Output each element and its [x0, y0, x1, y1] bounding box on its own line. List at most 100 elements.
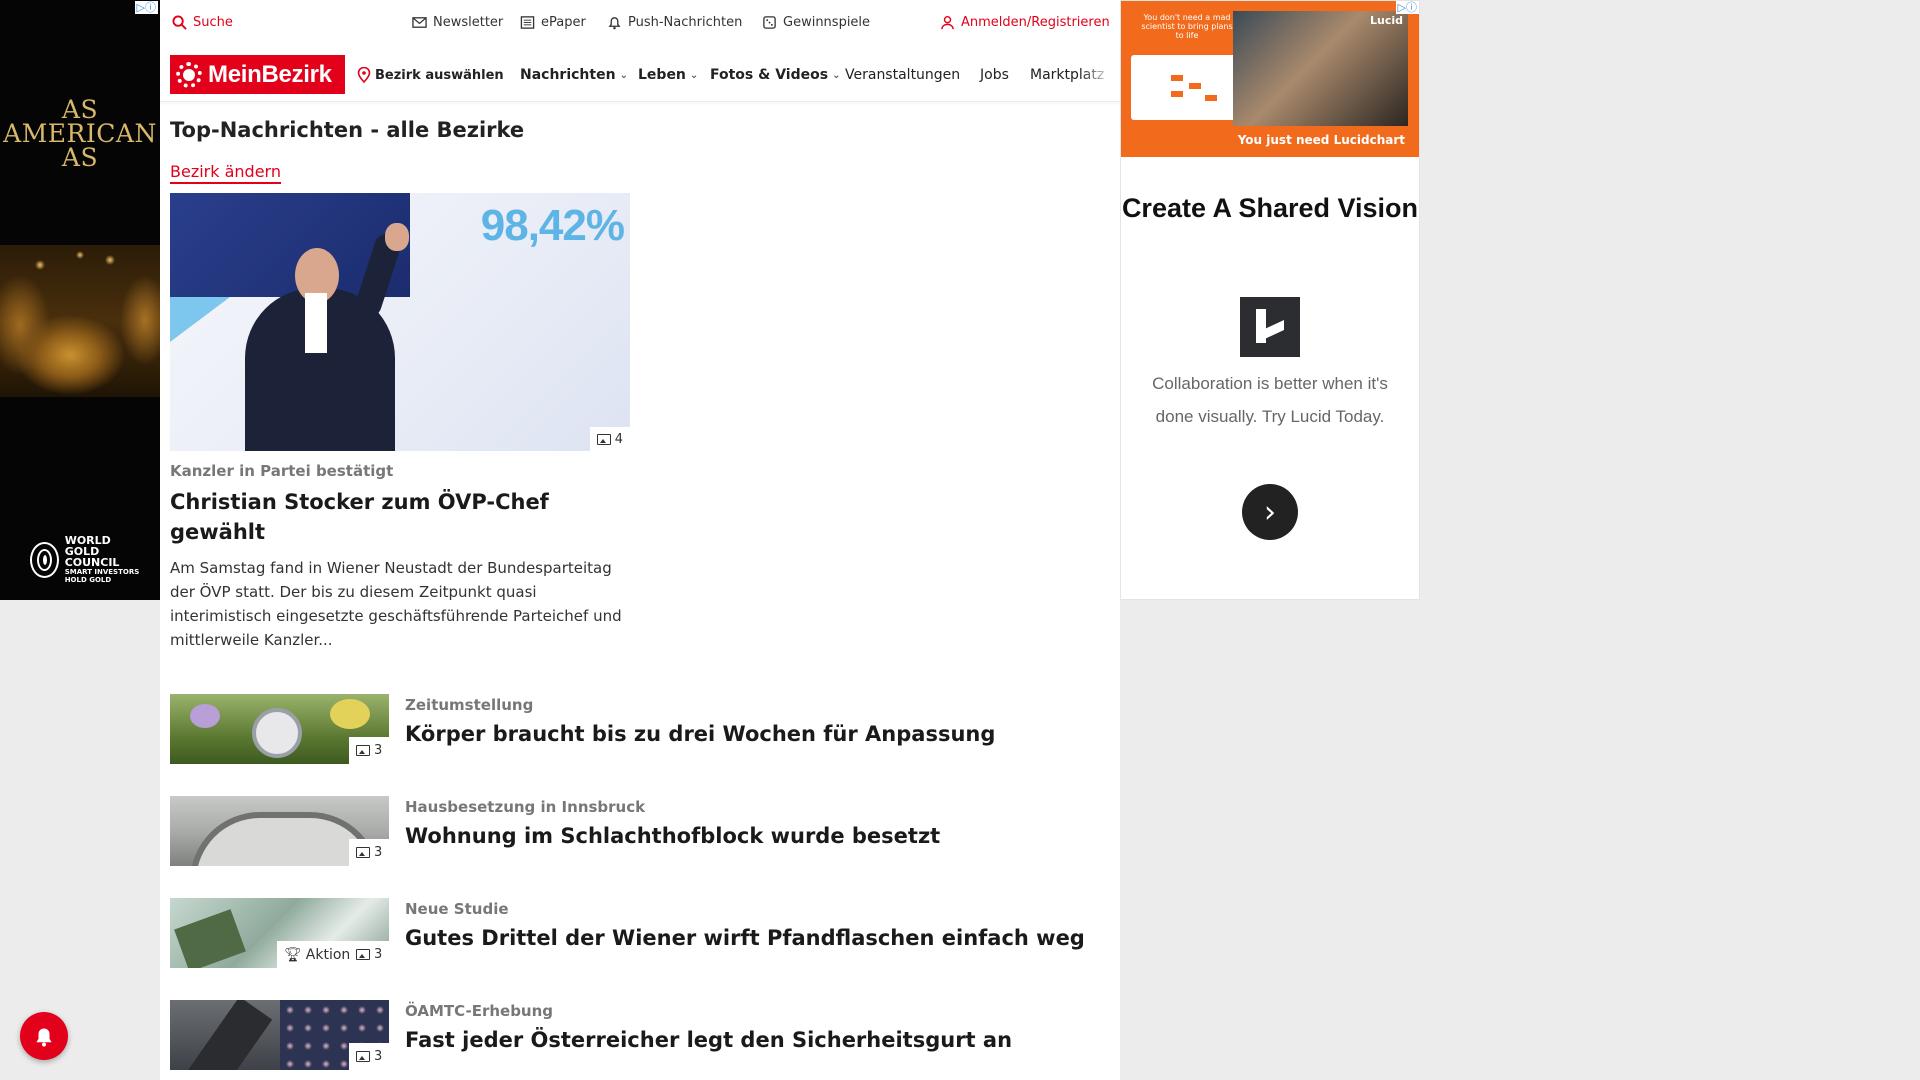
article-row[interactable]: 🏆︎ Aktion 3 Neue Studie Gutes Drittel de…: [170, 898, 1085, 968]
thumb-seatbelt: [187, 1000, 273, 1070]
user-icon: [941, 15, 954, 30]
search-icon: [172, 15, 187, 30]
banner-small-text: You don't need a mad scientist to bring …: [1141, 13, 1233, 40]
contests-link[interactable]: Gewinnspiele: [762, 15, 870, 30]
ad-gold-image: [0, 245, 160, 397]
hero-title-link[interactable]: Christian Stocker zum ÖVP-Chef gewählt: [170, 487, 590, 547]
adchoices-icon[interactable]: ▷ⓘ: [1395, 1, 1419, 14]
thumb-alarm-clock: [252, 708, 302, 758]
gallery-icon: [356, 1051, 370, 1062]
article-row[interactable]: 3 ÖAMTC-Erhebung Fast jeder Österreicher…: [170, 1000, 1070, 1070]
article-kicker: Zeitumstellung: [405, 696, 534, 714]
select-district-label: Bezirk auswählen: [375, 67, 504, 83]
lucid-logo-icon: [1240, 297, 1300, 357]
article-row[interactable]: 3 Zeitumstellung Körper braucht bis zu d…: [170, 694, 1070, 764]
ad-copy: Collaboration is better when it's done v…: [1152, 374, 1388, 426]
push-label: Push-Nachrichten: [628, 15, 743, 30]
image-count: 4: [614, 431, 623, 447]
world-gold-council-logo: WORLD GOLD COUNCIL SMART INVESTORS HOLD …: [30, 535, 160, 584]
change-district-link[interactable]: Bezirk ändern: [170, 162, 281, 184]
gallery-icon: [356, 949, 370, 960]
nav-scroll-fade: [1080, 58, 1120, 92]
dice-icon: [763, 16, 776, 29]
meinbezirk-logo[interactable]: MeinBezirk: [170, 55, 345, 94]
bell-icon: [608, 17, 621, 30]
image-count-badge: 3: [349, 941, 389, 968]
article-kicker: ÖAMTC-Erhebung: [405, 1002, 554, 1020]
image-count: 3: [374, 743, 383, 758]
login-link[interactable]: Anmelden/Registrieren: [940, 15, 1110, 30]
nav-item-jobs[interactable]: Jobs: [980, 67, 1009, 83]
article-title-link[interactable]: Wohnung im Schlachthofblock wurde besetz…: [405, 824, 940, 848]
ad-arrow-button[interactable]: ›: [1242, 484, 1298, 540]
article-thumbnail[interactable]: 3: [170, 796, 389, 866]
hero-kicker: Kanzler in Partei bestätigt: [170, 462, 394, 480]
gallery-icon: [356, 745, 370, 756]
newspaper-icon: [520, 16, 535, 29]
nav-item-veranstaltungen[interactable]: Veranstaltungen: [845, 67, 960, 83]
article-thumbnail[interactable]: 3: [170, 1000, 389, 1070]
nav-label: Fotos & Videos: [710, 67, 829, 83]
nav-item-nachrichten[interactable]: Nachrichten ⌄: [520, 67, 628, 83]
image-count-badge: 3: [349, 1043, 389, 1070]
select-district-link[interactable]: Bezirk auswählen: [357, 67, 504, 83]
image-count-badge: 3: [349, 737, 389, 764]
nav-label: Jobs: [980, 67, 1009, 83]
image-count: 3: [374, 947, 383, 962]
nav-label: Leben: [638, 67, 686, 83]
ad-headline: Create A Shared Vision: [1121, 193, 1419, 223]
lucid-banner-image[interactable]: You don't need a mad scientist to bring …: [1121, 1, 1419, 157]
hero-percentage-graphic: 98,42%: [480, 201, 625, 250]
article-row[interactable]: 3 Hausbesetzung in Innsbruck Wohnung im …: [170, 796, 1070, 866]
epaper-link[interactable]: ePaper: [520, 15, 586, 30]
sun-logo-icon: [176, 61, 202, 88]
newsletter-link[interactable]: Newsletter: [412, 15, 503, 30]
nav-item-leben[interactable]: Leben ⌄: [638, 67, 698, 83]
main-content: Suche Newsletter ePaper Push-Nachrichten…: [160, 0, 1120, 1080]
hero-speaker-shirt: [305, 293, 327, 353]
nav-label: Nachrichten: [520, 67, 616, 83]
image-count-badge: 3: [349, 839, 389, 866]
gallery-icon: [596, 433, 611, 445]
thumb-bottles: [174, 909, 246, 968]
contests-label: Gewinnspiele: [783, 15, 871, 30]
adchoices-icon[interactable]: ▷ⓘ: [134, 1, 158, 14]
aktion-label: Aktion: [305, 946, 351, 963]
image-count-badge: 4: [589, 427, 630, 451]
push-notifications-link[interactable]: Push-Nachrichten: [607, 15, 742, 30]
thumb-flower: [190, 704, 220, 728]
banner-tagline: You just need Lucidchart: [1237, 133, 1405, 147]
top-utility-bar: Suche Newsletter ePaper Push-Nachrichten…: [160, 0, 1120, 46]
wgc-rings-icon: [30, 541, 59, 578]
article-title-link[interactable]: Fast jeder Österreicher legt den Sicherh…: [405, 1028, 1012, 1052]
article-kicker: Neue Studie: [405, 900, 509, 918]
image-count: 3: [374, 1049, 383, 1064]
hero-speaker-hand: [385, 223, 409, 251]
chevron-down-icon: ⌄: [832, 69, 841, 81]
envelope-icon: [412, 17, 427, 28]
bell-icon: [36, 1028, 52, 1047]
search-link[interactable]: Suche: [172, 15, 233, 30]
article-title-link[interactable]: Gutes Drittel der Wiener wirft Pfandflas…: [405, 926, 1085, 950]
chevron-down-icon: ⌄: [689, 69, 699, 81]
ad-headline: AS AMERICAN AS: [3, 95, 157, 172]
left-skyscraper-ad[interactable]: ▷ⓘ AS AMERICAN AS WORLD GOLD COUNCIL SMA…: [0, 0, 160, 600]
hero-stage-graphic: [170, 297, 230, 342]
article-thumbnail[interactable]: 3: [170, 694, 389, 764]
hero-article-image[interactable]: 98,42% 4: [170, 193, 630, 451]
article-kicker: Hausbesetzung in Innsbruck: [405, 798, 646, 816]
gallery-icon: [356, 847, 370, 858]
right-rectangle-ad[interactable]: You don't need a mad scientist to bring …: [1120, 0, 1420, 600]
article-title-link[interactable]: Körper braucht bis zu drei Wochen für An…: [405, 722, 995, 746]
banner-diagram-screenshot: [1131, 55, 1241, 120]
epaper-label: ePaper: [541, 15, 586, 30]
banner-photo: [1233, 11, 1408, 126]
notification-bell-button[interactable]: [20, 1012, 68, 1060]
trophy-icon: 🏆︎: [284, 946, 302, 963]
aktion-badge: 🏆︎ Aktion: [277, 941, 358, 968]
nav-label: Veranstaltungen: [845, 67, 961, 83]
search-label: Suche: [193, 15, 233, 30]
nav-item-fotos-videos[interactable]: Fotos & Videos ⌄: [710, 67, 840, 83]
article-thumbnail[interactable]: 🏆︎ Aktion 3: [170, 898, 389, 968]
location-pin-icon: [357, 67, 371, 83]
